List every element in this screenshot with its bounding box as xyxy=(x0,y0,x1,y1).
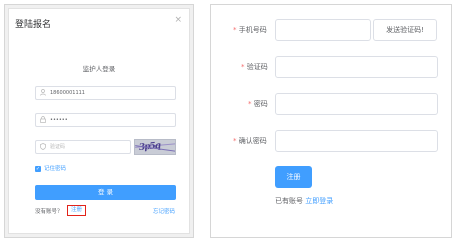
user-icon xyxy=(40,89,46,99)
remember-password-label: 记住密码 xyxy=(44,166,67,172)
dialog-title: 登陆报名 xyxy=(15,20,52,30)
confirm-password-input[interactable] xyxy=(275,130,438,152)
login-screenshot: 登陆报名 × 监护人登录 18600001111 •••••• 验证码 3p5q xyxy=(4,4,194,238)
username-field[interactable]: 18600001111 xyxy=(35,86,176,100)
confirm-password-label: * 确认密码 xyxy=(233,136,267,146)
close-icon[interactable]: × xyxy=(174,15,182,25)
confirm-password-label-text: 确认密码 xyxy=(238,137,267,145)
password-value: •••••• xyxy=(50,117,68,123)
phone-label: * 手机号码 xyxy=(233,25,267,35)
required-mark: * xyxy=(248,100,252,108)
password-field[interactable]: •••••• xyxy=(35,113,176,127)
no-account-text: 没有账号？ xyxy=(35,209,63,215)
password-label: * 密码 xyxy=(248,99,268,109)
password-label-text: 密码 xyxy=(253,100,268,108)
shield-icon xyxy=(40,143,46,153)
phone-label-text: 手机号码 xyxy=(238,26,267,34)
captcha-field[interactable]: 验证码 xyxy=(35,140,131,154)
login-button[interactable]: 登 录 xyxy=(35,185,176,200)
login-subtitle: 监护人登录 xyxy=(82,65,116,73)
register-link[interactable]: 注册 xyxy=(67,205,86,216)
has-account-text: 已有账号 xyxy=(275,197,303,205)
send-code-button[interactable]: 发送验证码! xyxy=(373,19,437,41)
phone-input[interactable] xyxy=(275,19,371,41)
code-label-text: 验证码 xyxy=(246,63,268,71)
password-input[interactable] xyxy=(275,93,438,115)
register-button[interactable]: 注册 xyxy=(275,166,312,188)
forgot-password-link[interactable]: 忘记密码 xyxy=(153,208,175,216)
checkbox-checked-icon: ✓ xyxy=(35,166,41,172)
lock-icon xyxy=(40,116,46,126)
captcha-placeholder: 验证码 xyxy=(50,144,66,150)
login-dialog: 登陆报名 × 监护人登录 18600001111 •••••• 验证码 3p5q xyxy=(8,8,190,234)
has-account-line: 已有账号 立即登录 xyxy=(275,196,333,206)
register-screenshot: * 手机号码 发送验证码! * 验证码 * 密码 * 确认密码 注册 已有账号 … xyxy=(210,4,452,238)
required-mark: * xyxy=(233,26,237,34)
code-label: * 验证码 xyxy=(241,62,268,72)
code-input[interactable] xyxy=(275,56,438,78)
required-mark: * xyxy=(233,137,237,145)
username-value: 18600001111 xyxy=(50,90,85,96)
login-now-link[interactable]: 立即登录 xyxy=(305,197,333,205)
captcha-image[interactable]: 3p5q xyxy=(134,139,176,155)
required-mark: * xyxy=(241,63,245,71)
